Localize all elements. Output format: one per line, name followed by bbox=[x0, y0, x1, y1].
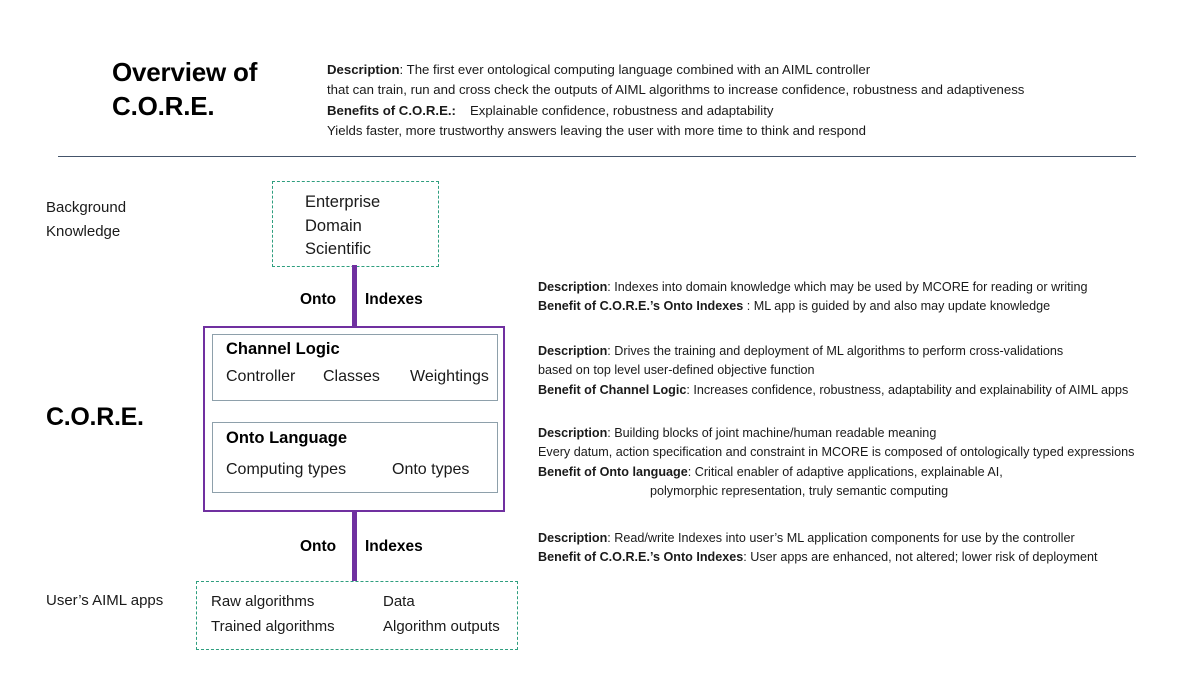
description-label: Description bbox=[538, 531, 608, 545]
description-label: Description bbox=[538, 280, 608, 294]
onto-language-box: Onto Language Computing types Onto types bbox=[212, 422, 498, 493]
label-background-knowledge-line2: Knowledge bbox=[46, 223, 121, 240]
page-title-line1: Overview of bbox=[112, 57, 258, 87]
list-item: Computing types bbox=[226, 461, 347, 478]
header-description-text: : The first ever ontological computing l… bbox=[399, 62, 871, 77]
table-cell: Algorithm outputs bbox=[383, 617, 500, 635]
connector-caption-bottom: Onto Indexes bbox=[300, 538, 423, 556]
connector-caption-bottom-onto: Onto bbox=[300, 538, 337, 555]
label-core: C.O.R.E. bbox=[46, 403, 144, 431]
page-title-line2: C.O.R.E. bbox=[112, 90, 215, 121]
description-line: Description: Read/write Indexes into use… bbox=[538, 529, 1198, 548]
connector-caption-top-indexes: Indexes bbox=[365, 291, 423, 308]
header-benefits-line2: Yields faster, more trustworthy answers … bbox=[327, 123, 866, 139]
user-aiml-apps-grid: Raw algorithms Data Trained algorithms Alg… bbox=[211, 590, 511, 639]
benefit-label: Benefit of Onto language bbox=[538, 464, 688, 479]
background-knowledge-box: Enterprise Domain Scientific bbox=[272, 181, 439, 267]
description-onto-language: Description: Building blocks of joint ma… bbox=[538, 424, 1198, 501]
description-text: : Indexes into domain knowledge which ma… bbox=[607, 280, 1088, 294]
table-cell: Trained algorithms bbox=[211, 617, 335, 635]
list-item: Weightings bbox=[410, 368, 489, 385]
description-onto-indexes-top: Description: Indexes into domain knowled… bbox=[538, 278, 1198, 317]
benefit-text: : Critical enabler of adaptive applicati… bbox=[687, 464, 1003, 479]
description-line-2: based on top level user-defined objectiv… bbox=[538, 363, 815, 378]
description-line: Description: Indexes into domain knowled… bbox=[538, 278, 1198, 297]
channel-logic-heading: Channel Logic bbox=[226, 340, 340, 358]
description-text: : Building blocks of joint machine/human… bbox=[607, 426, 937, 440]
list-item: Scientific bbox=[305, 240, 372, 258]
label-user-aiml-apps: User’s AIML apps bbox=[46, 592, 164, 609]
benefit-label: Benefit of C.O.R.E.’s Onto Indexes bbox=[538, 550, 744, 565]
description-channel-logic: Description: Drives the training and dep… bbox=[538, 342, 1198, 400]
header-description-line1: Description: The first ever ontological … bbox=[327, 60, 1097, 80]
description-line-2: Every datum, action specification and co… bbox=[538, 445, 1135, 460]
onto-language-heading: Onto Language bbox=[226, 429, 347, 447]
description-onto-indexes-bottom: Description: Read/write Indexes into use… bbox=[538, 529, 1198, 568]
table-row: Trained algorithms Algorithm outputs bbox=[211, 615, 511, 640]
table-row: Raw algorithms Data bbox=[211, 590, 511, 615]
description-text: : Read/write Indexes into user’s ML appl… bbox=[607, 531, 1075, 545]
label-background-knowledge-line1: Background bbox=[46, 199, 127, 216]
table-cell: Data bbox=[383, 593, 415, 610]
background-knowledge-list: Enterprise Domain Scientific bbox=[305, 191, 380, 262]
channel-logic-items: Controller Classes Weightings bbox=[226, 368, 489, 386]
benefit-label: Benefit of C.O.R.E.’s Onto Indexes bbox=[538, 299, 744, 314]
description-label: Description bbox=[538, 426, 608, 440]
channel-logic-box: Channel Logic Controller Classes Weighting… bbox=[212, 334, 498, 401]
header-description-block: Description: The first ever ontological … bbox=[327, 60, 1097, 142]
list-item: Enterprise bbox=[305, 193, 381, 211]
list-item: Controller bbox=[226, 368, 296, 385]
header-description-line2: that can train, run and cross check the … bbox=[327, 82, 1025, 98]
header-divider bbox=[58, 156, 1136, 157]
description-label: Description bbox=[538, 344, 608, 358]
connector-caption-bottom-indexes: Indexes bbox=[365, 538, 423, 555]
benefit-line-2: polymorphic representation, truly semant… bbox=[538, 482, 1198, 501]
connector-caption-top: Onto Indexes bbox=[300, 291, 423, 309]
description-text: : Drives the training and deployment of … bbox=[607, 344, 1064, 358]
benefit-line: Benefit of C.O.R.E.’s Onto Indexes: User… bbox=[538, 548, 1198, 567]
header-benefits-label: Benefits of C.O.R.E.: bbox=[327, 102, 456, 118]
benefit-text-2: polymorphic representation, truly semant… bbox=[650, 483, 949, 498]
description-line: Description: Drives the training and dep… bbox=[538, 342, 1198, 361]
label-background-knowledge: Background Knowledge bbox=[46, 196, 216, 244]
header-benefits-text: Explainable confidence, robustness and a… bbox=[469, 102, 774, 118]
benefit-text: : ML app is guided by and also may updat… bbox=[743, 299, 1051, 314]
list-item: Domain bbox=[305, 216, 362, 235]
benefit-text: : Increases confidence, robustness, adap… bbox=[686, 382, 1129, 397]
onto-language-items: Computing types Onto types bbox=[226, 461, 469, 479]
user-aiml-apps-box: Raw algorithms Data Trained algorithms Alg… bbox=[196, 581, 518, 650]
benefit-text: : User apps are enhanced, not altered; l… bbox=[743, 550, 1098, 565]
header-benefits-line1: Benefits of C.O.R.E.: Explainable confide… bbox=[327, 101, 1097, 121]
list-item: Classes bbox=[323, 368, 380, 385]
benefit-line: Benefit of C.O.R.E.’s Onto Indexes : ML … bbox=[538, 297, 1198, 316]
connector-caption-top-onto: Onto bbox=[300, 291, 337, 308]
description-line: Description: Building blocks of joint ma… bbox=[538, 424, 1198, 443]
table-cell: Raw algorithms bbox=[211, 593, 315, 610]
benefit-label: Benefit of Channel Logic bbox=[538, 382, 687, 397]
list-item: Onto types bbox=[392, 461, 470, 478]
page-title: Overview of C.O.R.E. bbox=[112, 56, 327, 124]
benefit-line: Benefit of Channel Logic: Increases conf… bbox=[538, 381, 1198, 400]
header-description-label: Description bbox=[327, 62, 400, 77]
slide-canvas: Overview of C.O.R.E. Description: The fi… bbox=[0, 0, 1202, 673]
benefit-line: Benefit of Onto language: Critical enabl… bbox=[538, 463, 1198, 482]
